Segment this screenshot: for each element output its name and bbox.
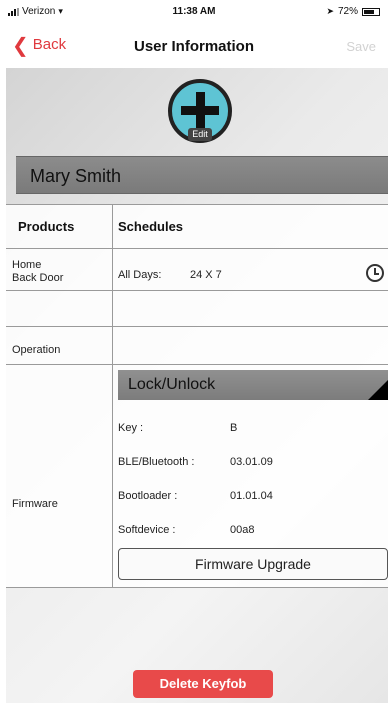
column-divider — [112, 204, 113, 588]
firmware-softdevice-label: Softdevice : — [118, 524, 176, 536]
battery-percent: 72% — [337, 6, 358, 17]
firmware-bootloader-value: 01.01.04 — [230, 490, 273, 502]
firmware-key-label: Key : — [118, 422, 144, 434]
firmware-bootloader-label: Bootloader : — [118, 490, 178, 502]
edit-badge[interactable]: Edit — [188, 128, 212, 141]
product-name-line1: Home — [12, 259, 42, 271]
firmware-label: Firmware — [12, 498, 58, 510]
firmware-ble-label: BLE/Bluetooth : — [118, 456, 195, 468]
divider — [6, 587, 388, 588]
divider — [6, 290, 388, 291]
divider — [6, 326, 388, 327]
firmware-ble-value: 03.01.09 — [230, 456, 273, 468]
header-schedules: Schedules — [118, 219, 184, 234]
operation-select[interactable]: Lock/Unlock — [118, 370, 388, 400]
status-right: ➤ 72% — [326, 6, 380, 17]
battery-icon — [362, 7, 380, 16]
save-button[interactable]: Save — [346, 39, 376, 54]
battery-fill — [364, 9, 375, 14]
content-area: Edit Mary Smith Products Schedules Home … — [6, 68, 388, 703]
schedule-value[interactable]: 24 X 7 — [190, 269, 222, 281]
product-name-line2: Back Door — [12, 272, 64, 284]
plus-icon-bar — [181, 106, 219, 115]
location-icon: ➤ — [326, 6, 334, 17]
clock-icon[interactable] — [366, 264, 384, 282]
avatar-button[interactable]: Edit — [168, 79, 232, 143]
firmware-key-value: B — [230, 422, 238, 434]
header-products: Products — [18, 219, 75, 234]
user-name: Mary Smith — [30, 166, 122, 186]
firmware-softdevice-value: 00a8 — [230, 524, 255, 536]
page-title: User Information — [133, 38, 254, 55]
navigation-bar: ❮ Back User Information Save — [0, 24, 388, 68]
operation-label: Operation — [12, 344, 61, 356]
divider — [6, 248, 388, 249]
delete-keyfob-button[interactable]: Delete Keyfob — [133, 670, 273, 698]
schedule-label: All Days: — [118, 269, 162, 281]
divider — [6, 204, 388, 205]
app-screen: Verizon ▾ 11:38 AM ➤ 72% ❮ Back User Inf… — [0, 0, 388, 703]
status-bar: Verizon ▾ 11:38 AM ➤ 72% — [0, 0, 388, 24]
operation-selected-value: Lock/Unlock — [128, 376, 216, 393]
divider — [6, 364, 388, 365]
user-name-field[interactable]: Mary Smith — [16, 156, 388, 194]
firmware-upgrade-button[interactable]: Firmware Upgrade — [118, 548, 388, 580]
dropdown-triangle-icon — [368, 380, 388, 400]
